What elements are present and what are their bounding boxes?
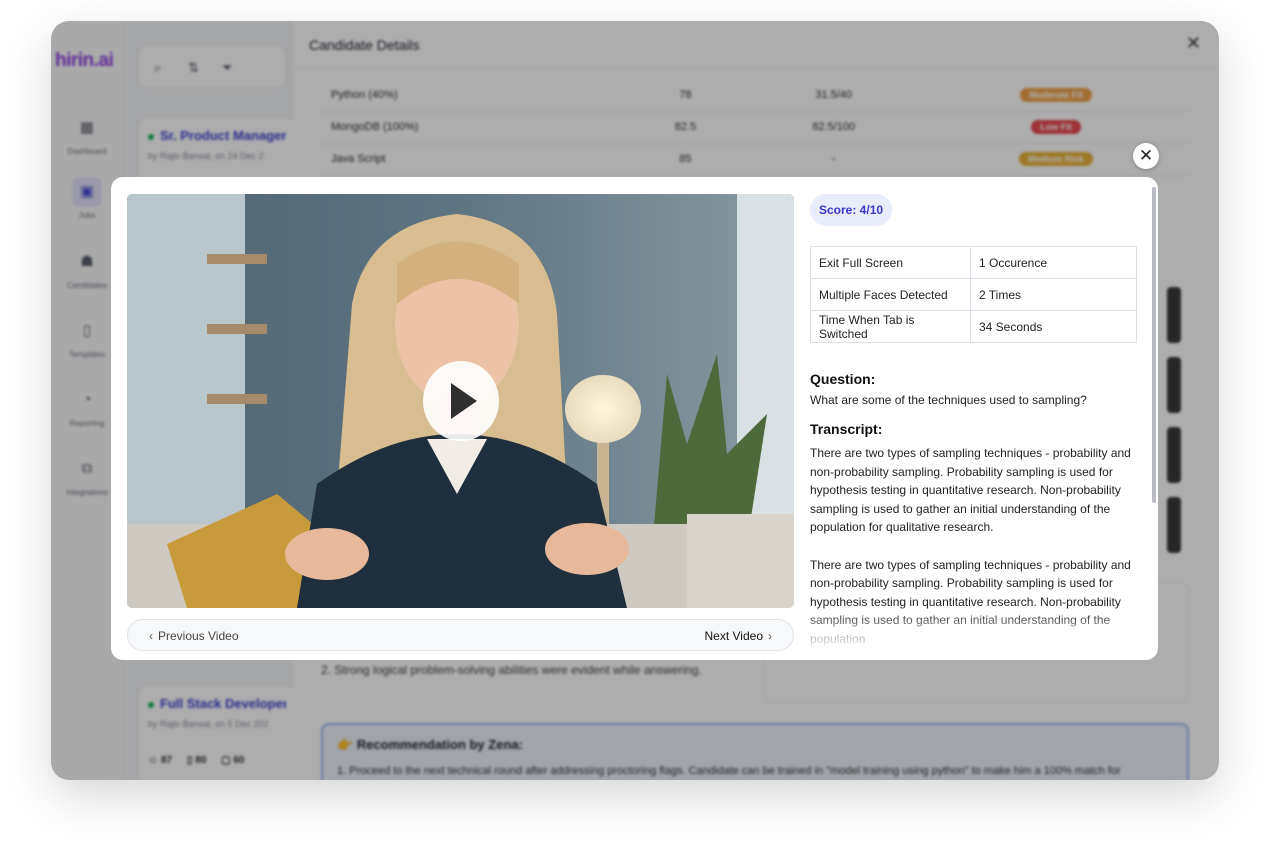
- chevron-left-icon: ‹: [149, 629, 153, 643]
- table-row: Exit Full Screen 1 Occurence: [810, 246, 1137, 279]
- video-player[interactable]: [127, 194, 794, 608]
- play-icon: [451, 383, 477, 419]
- question-text: What are some of the techniques used to …: [810, 393, 1087, 407]
- video-navigation: ‹ Previous Video Next Video ›: [127, 619, 794, 651]
- close-icon: ✕: [1138, 146, 1154, 165]
- chevron-right-icon: ›: [768, 629, 772, 643]
- table-row: Time When Tab is Switched 34 Seconds: [810, 310, 1137, 343]
- close-modal-button[interactable]: ✕: [1133, 143, 1159, 169]
- transcript-fade: [810, 610, 1137, 650]
- proctoring-table: Exit Full Screen 1 Occurence Multiple Fa…: [810, 246, 1137, 343]
- score-badge: Score: 4/10: [810, 194, 893, 226]
- question-label: Question:: [810, 371, 876, 387]
- play-button[interactable]: [423, 361, 499, 441]
- video-response-modal: ‹ Previous Video Next Video › Score: 4/10 …: [111, 177, 1158, 660]
- table-row: Multiple Faces Detected 2 Times: [810, 278, 1137, 311]
- previous-video-button[interactable]: ‹ Previous Video: [144, 629, 239, 643]
- response-details[interactable]: Score: 4/10 Exit Full Screen 1 Occurence…: [810, 194, 1137, 650]
- next-video-button[interactable]: Next Video ›: [705, 629, 777, 643]
- scrollbar[interactable]: [1152, 187, 1156, 503]
- transcript-label: Transcript:: [810, 421, 883, 437]
